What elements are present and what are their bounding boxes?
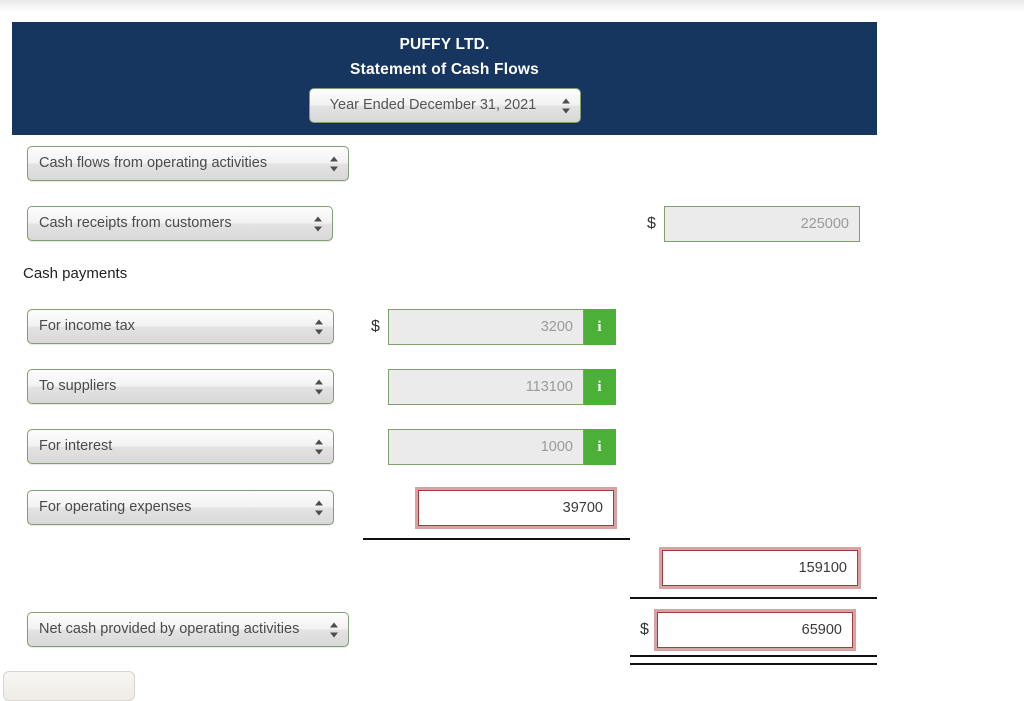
subtotal-rule-right [630, 597, 877, 599]
info-icon-income-tax[interactable]: i [584, 309, 616, 345]
cash-payments-label: Cash payments [23, 265, 128, 282]
amount-income-tax: $ 3200 i [371, 309, 616, 345]
company-name: PUFFY LTD. [399, 36, 490, 53]
currency-symbol: $ [371, 318, 380, 335]
chevron-updown-icon [561, 97, 571, 114]
chevron-updown-icon [330, 155, 339, 172]
select-net-cash[interactable]: Net cash provided by operating activitie… [27, 612, 349, 647]
amount-interest: 1000 i [371, 429, 616, 465]
info-icon-suppliers[interactable]: i [584, 369, 616, 405]
amount-suppliers: 113100 i [371, 369, 616, 405]
input-net-cash[interactable]: 65900 [654, 609, 856, 651]
period-select[interactable]: Year Ended December 31, 2021 [308, 88, 581, 124]
select-suppliers-label: To suppliers [39, 378, 117, 394]
row-income-tax: For income tax $ 3200 i [0, 309, 1024, 349]
row-operating-expenses: For operating expenses 39700 [0, 487, 1024, 530]
select-operating-expenses-label: For operating expenses [39, 499, 192, 515]
input-income-tax[interactable]: 3200 [388, 309, 584, 345]
input-interest[interactable]: 1000 [388, 429, 584, 465]
select-suppliers[interactable]: To suppliers [27, 369, 334, 404]
select-operating-activities-label: Cash flows from operating activities [39, 155, 268, 171]
statement-title: Statement of Cash Flows [350, 60, 539, 78]
input-operating-expenses[interactable]: 39700 [415, 487, 617, 529]
period-select-label: Year Ended December 31, 2021 [329, 97, 537, 114]
select-interest-label: For interest [39, 438, 113, 454]
chevron-updown-icon [315, 318, 324, 335]
select-operating-activities[interactable]: Cash flows from operating activities [27, 146, 349, 181]
currency-symbol: $ [647, 215, 656, 232]
select-income-tax[interactable]: For income tax [27, 309, 334, 344]
select-interest[interactable]: For interest [27, 429, 334, 464]
cash-flow-statement-sheet: PUFFY LTD. Statement of Cash Flows Year … [0, 0, 1024, 701]
select-operating-expenses[interactable]: For operating expenses [27, 490, 334, 525]
subtotal-rule-left [363, 538, 630, 540]
period-select-wrap: Year Ended December 31, 2021 [12, 88, 877, 128]
info-icon-interest[interactable]: i [584, 429, 616, 465]
row-operating-activities: Cash flows from operating activities [0, 146, 1024, 186]
chevron-updown-icon [330, 621, 339, 638]
input-suppliers[interactable]: 113100 [388, 369, 584, 405]
grand-total-double-rule [630, 655, 877, 665]
amount-subtotal: 159100 [645, 547, 861, 589]
statement-header: PUFFY LTD. Statement of Cash Flows Year … [12, 22, 877, 135]
amount-operating-expenses: 39700 [401, 487, 617, 529]
select-income-tax-label: For income tax [39, 318, 135, 334]
amount-net-cash: $ 65900 [640, 609, 856, 651]
amount-cash-receipts: $ 225000 [647, 206, 860, 242]
row-cash-receipts: Cash receipts from customers $ 225000 [0, 206, 1024, 246]
row-cash-payments-heading: Cash payments [0, 265, 1024, 305]
input-cash-receipts[interactable]: 225000 [664, 206, 860, 242]
currency-symbol: $ [640, 621, 649, 638]
row-subtotal-cash-payments: 159100 [0, 547, 1024, 590]
input-subtotal[interactable]: 159100 [659, 547, 861, 589]
chevron-updown-icon [315, 438, 324, 455]
select-net-cash-label: Net cash provided by operating activitie… [39, 621, 300, 637]
row-interest: For interest 1000 i [0, 429, 1024, 469]
select-cash-receipts-label: Cash receipts from customers [39, 215, 232, 231]
chevron-updown-icon [314, 215, 323, 232]
row-suppliers: To suppliers 113100 i [0, 369, 1024, 409]
chevron-updown-icon [315, 378, 324, 395]
select-cash-receipts[interactable]: Cash receipts from customers [27, 206, 333, 241]
chevron-updown-icon [315, 499, 324, 516]
bottom-action-button[interactable] [3, 671, 135, 701]
row-net-cash: Net cash provided by operating activitie… [0, 609, 1024, 652]
